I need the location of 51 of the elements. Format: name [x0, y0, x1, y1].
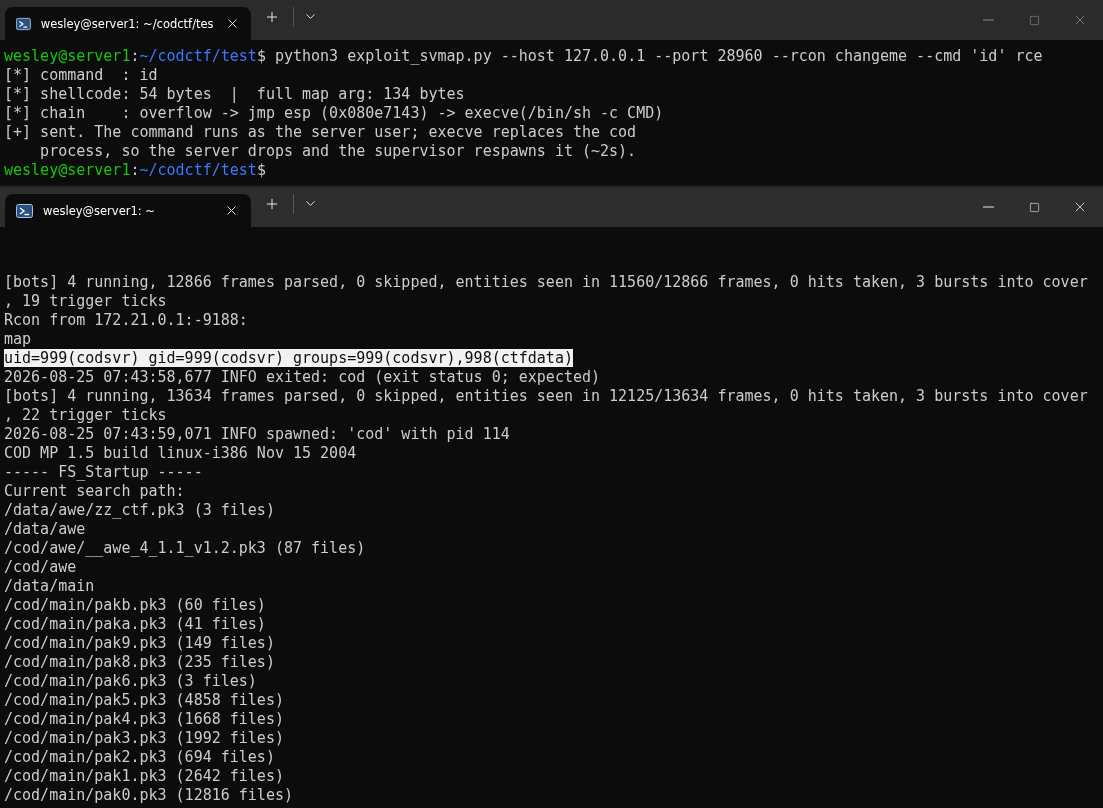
output-line: /cod/main/pak6.pk3 (3 files): [4, 672, 257, 690]
output-line: 2026-08-25 07:43:58,677 INFO exited: cod (exit status 0; expected): [4, 368, 601, 386]
output-line: /cod/main/pak3.pk3 (1992 files): [4, 729, 284, 747]
prompt-user: wesley@server1: [4, 47, 131, 65]
output-line: ----- FS_Startup -----: [4, 463, 203, 481]
maximize-icon: [1028, 201, 1040, 213]
prompt-separator: :: [130, 161, 140, 179]
output-line: /cod/main/pak1.pk3 (2642 files): [4, 767, 284, 785]
prompt-path: ~/codctf/test: [139, 47, 257, 65]
output-line: [+] sent. The command runs as the server user; execve replaces the cod: [4, 123, 637, 141]
prompt-path: ~/codctf/test: [139, 161, 257, 179]
prompt-separator: :: [130, 47, 140, 65]
output-line: /cod/main/paka.pk3 (41 files): [4, 615, 266, 633]
output-line: /data/main: [4, 577, 95, 595]
output-line: Current search path:: [4, 482, 185, 500]
output-line: [bots] 4 running, 12866 frames parsed, 0 skipped, entities seen in 11560/12866 frames, 0 hits taken, 3 bursts into cover: [4, 273, 1088, 291]
prompt-symbol: $: [256, 161, 266, 179]
output-line: [*] command : id: [4, 66, 158, 84]
terminal-icon: [16, 203, 33, 218]
output-line: /data/awe/zz_ctf.pk3 (3 files): [4, 501, 275, 519]
terminal-tab[interactable]: wesley@server1: ~/codctf/tes: [5, 7, 251, 40]
output-line: , 19 trigger ticks: [4, 292, 167, 310]
output-line: 2026-08-25 07:43:59,071 INFO spawned: 'cod' with pid 114: [4, 425, 510, 443]
output-line: /cod/awe: [4, 558, 77, 576]
minimize-icon: [982, 206, 994, 208]
output-line: /cod/main/pak4.pk3 (1668 files): [4, 710, 284, 728]
output-line: /cod/main/pak9.pk3 (149 files): [4, 634, 275, 652]
terminal-tab[interactable]: wesley@server1: ~: [5, 194, 251, 227]
maximize-icon: [1028, 14, 1040, 26]
prompt-symbol: $: [256, 47, 266, 65]
prompt-user: wesley@server1: [4, 161, 131, 179]
output-line: process, so the server drops and the supervisor respawns it (~2s).: [39, 142, 637, 160]
output-line: [*] shellcode: 54 bytes | full map arg: 134 bytes: [4, 85, 465, 103]
output-line: [bots] 4 running, 13634 frames parsed, 0 skipped, entities seen in 12125/13634 frames, 0 hits taken, 3 bursts into cover: [4, 387, 1088, 405]
output-line: Rcon from 172.21.0.1:-9188:: [4, 311, 248, 329]
output-line: /cod/awe/__awe_4_1.1_v1.2.pk3 (87 files): [4, 539, 366, 557]
command-text: python3 exploit_svmap.py --host 127.0.0.1 --port 28960 --rcon changeme --cmd 'id' rce: [274, 47, 1043, 65]
output-line: [*] chain : overflow -> jmp esp (0x080e7143) -> execve(/bin/sh -c CMD): [4, 104, 664, 122]
output-line: , 22 trigger ticks: [4, 406, 167, 424]
output-line: /cod/main/pak2.pk3 (694 files): [4, 748, 275, 766]
terminal-icon: [16, 16, 31, 31]
minimize-icon: [982, 19, 994, 21]
output-line: /cod/main/pak8.pk3 (235 files): [4, 653, 275, 671]
tab-title: wesley@server1: ~/codctf/tes: [40, 16, 214, 31]
tab-title: wesley@server1: ~: [43, 203, 156, 218]
output-line: COD MP 1.5 build linux-i386 Nov 15 2004: [4, 444, 357, 462]
output-line: /cod/main/pak0.pk3 (12816 files): [4, 786, 293, 804]
output-line: /cod/main/pakb.pk3 (60 files): [4, 596, 266, 614]
output-line: /data/awe: [4, 520, 86, 538]
output-line: map: [4, 330, 32, 348]
output-line: /cod/main/pak5.pk3 (4858 files): [4, 691, 284, 709]
